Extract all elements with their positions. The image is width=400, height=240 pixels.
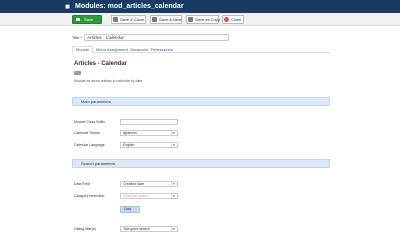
chevron-down-icon: ▼	[171, 227, 176, 231]
chevron-down-icon: ▼	[171, 143, 176, 147]
category-restriction-select[interactable]: Select an option ▼	[120, 193, 178, 199]
module-class-suffix-label: Module Class Suffix	[74, 120, 105, 124]
cube-icon: ■	[65, 2, 70, 11]
app-header: ■ Modules: mod_articles_calendar	[0, 0, 400, 13]
save-new-label: Save & New	[159, 17, 182, 22]
save-close-button[interactable]: Save & Close	[111, 15, 146, 24]
listing-filter-value: Text good search	[123, 227, 150, 231]
save-button[interactable]: Save	[72, 15, 102, 24]
main-parameters-heading: Main parameters	[81, 99, 112, 104]
calendar-theme-label: Calendar Theme	[74, 131, 101, 135]
calendar-theme-value: lightness	[123, 131, 137, 135]
search-parameters-header: Search parameters	[72, 159, 330, 168]
save-new-button[interactable]: Save & New	[150, 15, 182, 24]
category-tag-label: Cats	[124, 207, 132, 211]
close-button[interactable]: Close	[222, 15, 244, 24]
category-restriction-label: Category restriction	[74, 194, 105, 198]
date-field-select[interactable]: Creation date ▼	[120, 181, 178, 187]
close-icon	[224, 17, 229, 22]
tab-bar: Module Menu Assignment Advanced Permissi…	[72, 46, 330, 54]
plus-icon	[152, 17, 157, 22]
listing-filter-select[interactable]: Text good search ▼	[120, 226, 178, 232]
date-field-label: Date Field	[74, 182, 90, 186]
tab-advanced[interactable]: Advanced	[130, 46, 148, 53]
calendar-theme-select[interactable]: lightness ▼	[120, 130, 178, 136]
listing-filter-label: Listing filter(s)	[74, 227, 96, 231]
tab-permissions[interactable]: Permissions	[151, 46, 173, 53]
main-parameters-header: Main parameters	[72, 97, 330, 106]
chevron-down-icon: ▼	[171, 131, 176, 135]
category-placeholder: Select an option	[123, 194, 149, 198]
tab-menu-assignment[interactable]: Menu Assignment	[96, 46, 128, 53]
save-copy-label: Save as Copy	[195, 17, 220, 22]
save-close-label: Save & Close	[120, 17, 145, 22]
chevron-down-icon: ▼	[171, 194, 176, 198]
page-title: Modules: mod_articles_calendar	[75, 3, 184, 10]
tab-module[interactable]: Module	[72, 46, 94, 54]
module-title: Articles - Calendar	[74, 61, 128, 67]
calendar-language-select[interactable]: English ▼	[120, 142, 178, 148]
chevron-down-icon: ▼	[171, 182, 176, 186]
save-icon	[76, 18, 80, 21]
copy-icon	[188, 17, 193, 22]
date-field-value: Creation date	[123, 182, 145, 186]
calendar-language-value: English	[123, 143, 135, 147]
toolbar: Save Save & Close Save & New Save as Cop…	[0, 13, 400, 26]
site-badge	[74, 71, 81, 75]
module-description: Module for show articles in calendar by …	[74, 79, 143, 83]
title-input[interactable]: Articles - Calendar	[84, 34, 229, 41]
module-class-suffix-input[interactable]	[120, 119, 178, 125]
save-button-label: Save	[84, 17, 94, 22]
calendar-language-label: Calendar Language	[74, 143, 105, 147]
check-icon	[113, 17, 118, 22]
title-field-label: Title *	[72, 35, 83, 40]
search-parameters-heading: Search parameters	[81, 161, 116, 166]
category-tag[interactable]: Cats	[120, 206, 140, 213]
close-button-label: Close	[231, 17, 242, 22]
save-copy-button[interactable]: Save as Copy	[186, 15, 220, 24]
